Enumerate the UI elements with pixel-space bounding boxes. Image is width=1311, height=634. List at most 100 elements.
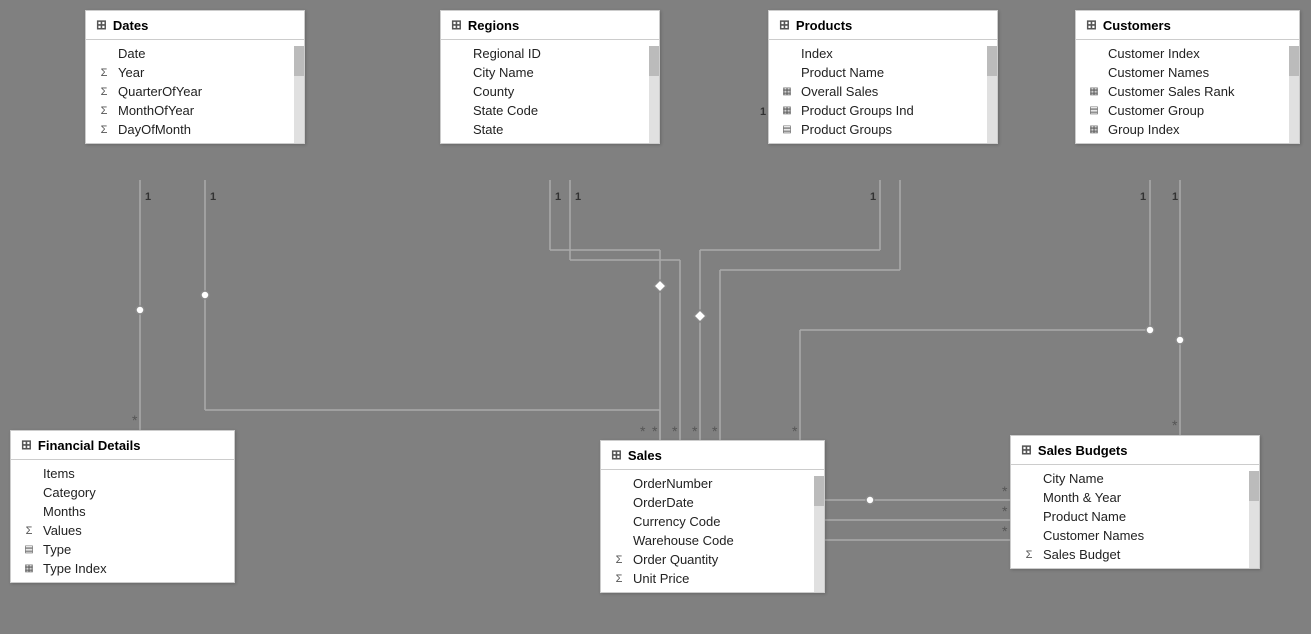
list-item: Σ Order Quantity [601, 550, 824, 569]
field-icon: Σ [96, 67, 112, 79]
list-item: Product Name [1011, 507, 1259, 526]
svg-text:*: * [672, 423, 678, 439]
svg-text:*: * [652, 423, 658, 439]
list-item: Σ Values [11, 521, 234, 540]
field-label: State [473, 122, 503, 137]
svg-text:1: 1 [575, 191, 581, 203]
field-icon: Σ [96, 86, 112, 98]
field-icon: ▦ [779, 105, 795, 116]
field-label: QuarterOfYear [118, 84, 202, 99]
list-item: Σ Year [86, 63, 304, 82]
svg-text:*: * [1172, 417, 1178, 433]
table-grid-icon: ⊞ [96, 17, 107, 33]
list-item: ▤ Type [11, 540, 234, 559]
list-item: Customer Names [1076, 63, 1299, 82]
field-label: OrderDate [633, 495, 694, 510]
field-label: Sales Budget [1043, 547, 1120, 562]
field-label: OrderNumber [633, 476, 712, 491]
svg-text:*: * [1002, 523, 1008, 539]
field-label: Type Index [43, 561, 107, 576]
sales-budgets-title: Sales Budgets [1038, 443, 1128, 458]
svg-text:1: 1 [870, 191, 876, 203]
list-item: ▦ Overall Sales [769, 82, 997, 101]
products-table-body: Index Product Name ▦ Overall Sales ▦ Pro… [769, 40, 997, 143]
field-label: Product Name [1043, 509, 1126, 524]
list-item: State Code [441, 101, 659, 120]
field-icon: ▦ [21, 563, 37, 574]
list-item: OrderDate [601, 493, 824, 512]
table-grid-icon: ⊞ [779, 17, 790, 33]
field-label: Date [118, 46, 145, 61]
sales-title: Sales [628, 448, 662, 463]
field-label: Items [43, 466, 75, 481]
field-label: Overall Sales [801, 84, 878, 99]
field-icon: ▤ [779, 124, 795, 135]
financial-details-table: ⊞ Financial Details Items Category Month… [10, 430, 235, 583]
sales-budgets-table: ⊞ Sales Budgets City Name Month & Year P… [1010, 435, 1260, 569]
field-label: Month & Year [1043, 490, 1121, 505]
field-label: Product Name [801, 65, 884, 80]
regions-table-body: Regional ID City Name County State Code … [441, 40, 659, 143]
dates-title: Dates [113, 18, 148, 33]
field-label: Product Groups [801, 122, 892, 137]
products-table: ⊞ Products Index Product Name ▦ Overall … [768, 10, 998, 144]
list-item: Date [86, 44, 304, 63]
field-icon: Σ [96, 124, 112, 136]
products-title: Products [796, 18, 852, 33]
field-label: City Name [1043, 471, 1104, 486]
list-item: Warehouse Code [601, 531, 824, 550]
list-item: OrderNumber [601, 474, 824, 493]
field-label: Index [801, 46, 833, 61]
field-label: Months [43, 504, 86, 519]
financial-details-table-body: Items Category Months Σ Values ▤ Type ▦ … [11, 460, 234, 582]
field-icon: ▤ [21, 544, 37, 555]
customers-table-header: ⊞ Customers [1076, 11, 1299, 40]
list-item: Customer Index [1076, 44, 1299, 63]
field-label: Customer Names [1108, 65, 1209, 80]
field-label: Year [118, 65, 144, 80]
svg-text:*: * [712, 423, 718, 439]
table-grid-icon: ⊞ [1021, 442, 1032, 458]
svg-text:*: * [132, 412, 138, 428]
field-icon: Σ [21, 525, 37, 537]
list-item: Σ Sales Budget [1011, 545, 1259, 564]
svg-text:*: * [1002, 483, 1008, 499]
list-item: Items [11, 464, 234, 483]
list-item: Σ QuarterOfYear [86, 82, 304, 101]
field-icon: Σ [611, 554, 627, 566]
field-label: MonthOfYear [118, 103, 194, 118]
sales-table: ⊞ Sales OrderNumber OrderDate Currency C… [600, 440, 825, 593]
sales-budgets-table-body: City Name Month & Year Product Name Cust… [1011, 465, 1259, 568]
svg-text:1: 1 [210, 191, 216, 203]
field-label: Customer Index [1108, 46, 1200, 61]
list-item: ▤ Product Groups [769, 120, 997, 139]
svg-text:*: * [640, 423, 646, 439]
field-icon: ▦ [779, 86, 795, 97]
list-item: Customer Names [1011, 526, 1259, 545]
list-item: Index [769, 44, 997, 63]
svg-text:1: 1 [145, 191, 151, 203]
svg-text:*: * [692, 423, 698, 439]
products-table-header: ⊞ Products [769, 11, 997, 40]
field-label: City Name [473, 65, 534, 80]
list-item: Category [11, 483, 234, 502]
list-item: Σ DayOfMonth [86, 120, 304, 139]
field-icon: ▦ [1086, 124, 1102, 135]
field-label: DayOfMonth [118, 122, 191, 137]
list-item: Month & Year [1011, 488, 1259, 507]
svg-text:1: 1 [1172, 191, 1178, 203]
field-label: County [473, 84, 514, 99]
field-icon: Σ [96, 105, 112, 117]
list-item: County [441, 82, 659, 101]
field-label: State Code [473, 103, 538, 118]
customers-title: Customers [1103, 18, 1171, 33]
list-item: Currency Code [601, 512, 824, 531]
field-icon: Σ [611, 573, 627, 585]
list-item: City Name [1011, 469, 1259, 488]
sales-table-header: ⊞ Sales [601, 441, 824, 470]
sales-table-body: OrderNumber OrderDate Currency Code Ware… [601, 470, 824, 592]
field-label: Customer Group [1108, 103, 1204, 118]
financial-details-title: Financial Details [38, 438, 141, 453]
list-item: ▦ Product Groups Ind [769, 101, 997, 120]
list-item: ▦ Type Index [11, 559, 234, 578]
